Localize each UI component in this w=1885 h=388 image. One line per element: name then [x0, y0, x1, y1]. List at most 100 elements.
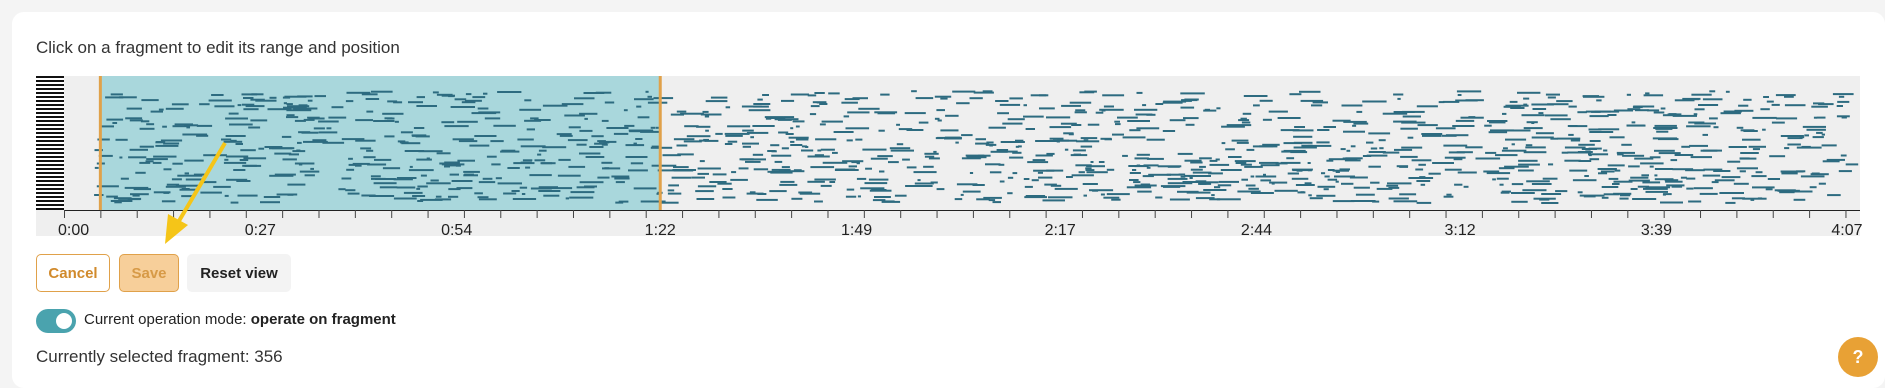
note — [1664, 179, 1679, 182]
note — [1801, 145, 1811, 148]
note — [1250, 175, 1255, 178]
time-tick — [754, 210, 756, 218]
note — [1596, 99, 1602, 102]
note — [263, 196, 281, 198]
note — [1199, 157, 1212, 160]
note — [1241, 178, 1248, 181]
reset-view-button[interactable]: Reset view — [187, 254, 291, 292]
note — [1085, 169, 1095, 172]
note — [403, 191, 423, 194]
note — [1293, 135, 1313, 138]
note — [1765, 188, 1773, 191]
note — [1690, 156, 1712, 159]
note — [1350, 200, 1376, 202]
note — [294, 119, 306, 122]
note — [400, 131, 413, 134]
note — [1569, 169, 1588, 172]
note — [1645, 186, 1671, 189]
note — [435, 195, 442, 198]
note — [683, 140, 702, 143]
time-tick — [1736, 210, 1738, 218]
note — [738, 167, 749, 170]
note — [1438, 101, 1445, 104]
note — [753, 103, 771, 105]
save-button[interactable]: Save — [119, 254, 179, 292]
note — [1199, 165, 1206, 168]
note — [365, 98, 380, 100]
note — [1674, 99, 1695, 102]
note — [524, 99, 532, 102]
note — [184, 159, 204, 162]
note — [181, 188, 190, 190]
note — [1182, 181, 1205, 183]
cancel-button[interactable]: Cancel — [36, 254, 110, 292]
note — [1779, 191, 1795, 194]
note — [1024, 185, 1033, 188]
note — [1647, 109, 1660, 112]
note — [1539, 198, 1550, 201]
operation-mode-toggle[interactable] — [36, 309, 76, 333]
note — [1401, 146, 1423, 149]
note — [346, 168, 355, 171]
note — [618, 200, 629, 203]
fragment-end-handle[interactable] — [658, 76, 662, 210]
note — [1455, 99, 1478, 102]
note — [1321, 172, 1326, 175]
note — [1818, 103, 1834, 106]
note — [208, 99, 232, 102]
time-tick — [1554, 210, 1556, 218]
note — [805, 146, 809, 148]
note — [1180, 106, 1195, 109]
note — [1114, 120, 1120, 123]
note — [1577, 111, 1587, 114]
note — [1845, 163, 1859, 166]
note — [790, 127, 794, 130]
note — [992, 201, 1001, 204]
note — [346, 91, 371, 94]
fragment-start-handle[interactable] — [98, 76, 102, 210]
note — [529, 174, 552, 177]
note — [1525, 146, 1546, 149]
note — [347, 192, 360, 195]
note — [236, 180, 251, 182]
note — [1613, 109, 1633, 112]
note — [244, 164, 262, 167]
note — [1127, 120, 1150, 122]
help-button[interactable]: ? — [1838, 337, 1878, 377]
note — [1307, 162, 1311, 164]
note — [1752, 148, 1760, 151]
note — [585, 156, 605, 158]
note — [297, 141, 302, 144]
note — [1799, 136, 1805, 139]
note — [1526, 180, 1550, 183]
note — [896, 123, 900, 126]
time-tick — [1336, 210, 1338, 218]
note — [1588, 153, 1609, 156]
note — [287, 183, 306, 186]
note — [1037, 171, 1043, 174]
note — [1503, 147, 1508, 150]
time-tick — [1445, 210, 1447, 218]
note — [1686, 125, 1711, 128]
note — [1189, 177, 1193, 179]
operation-mode-value: operate on fragment — [250, 311, 396, 328]
note — [1686, 187, 1694, 190]
note — [1561, 151, 1569, 154]
piano-roll-canvas[interactable] — [36, 76, 1860, 236]
note — [709, 181, 727, 183]
note — [1542, 177, 1558, 180]
note — [1038, 176, 1053, 179]
note — [522, 159, 533, 162]
note — [1628, 179, 1650, 182]
note — [1290, 151, 1308, 154]
note — [1231, 139, 1249, 142]
note — [1243, 95, 1268, 97]
note — [1813, 116, 1818, 119]
note — [417, 200, 424, 202]
piano-roll[interactable] — [36, 76, 1860, 236]
time-tick — [791, 210, 793, 218]
note — [771, 150, 777, 153]
note — [507, 167, 520, 169]
note — [753, 168, 769, 171]
note — [1080, 137, 1098, 140]
